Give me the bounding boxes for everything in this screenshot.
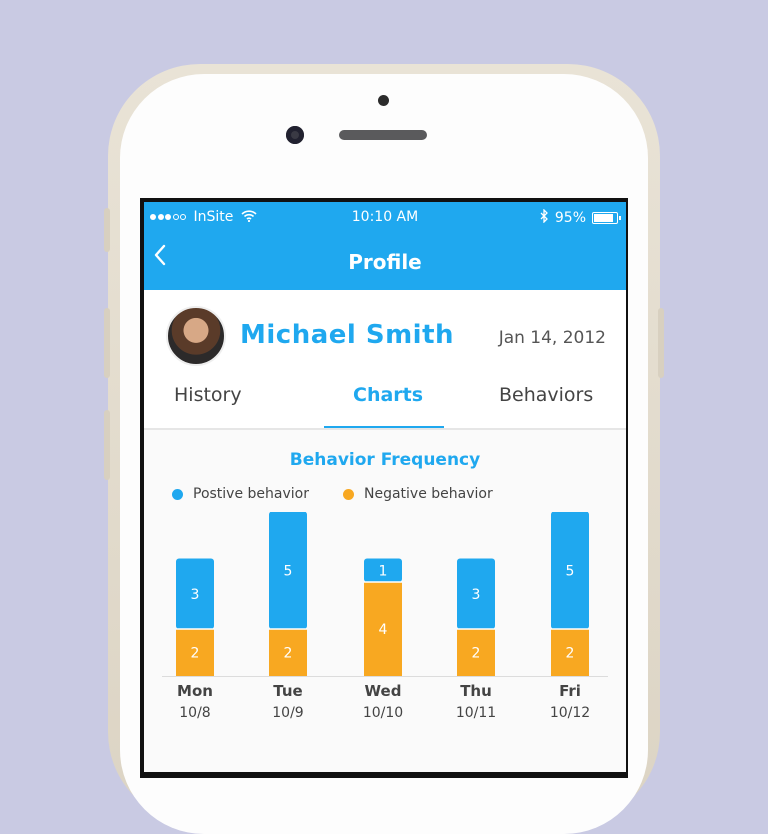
x-tick-label-date: 10/11 [456,705,496,721]
bar-value-label: 2 [566,646,575,662]
bar-value-label: 1 [379,563,388,579]
phone-side-button [104,410,110,480]
legend-label-negative: Negative behavior [364,486,493,502]
x-tick-label-day: Thu [460,682,492,700]
profile-name: Michael Smith [240,320,455,350]
x-tick-label-date: 10/12 [550,705,590,721]
battery-level [594,214,613,222]
x-tick-label-day: Fri [559,682,581,700]
battery-percent: 95% [554,210,586,226]
status-right: 95% [539,208,621,227]
x-tick-label-date: 10/9 [272,705,303,721]
x-tick-label-day: Wed [365,682,402,700]
earpiece-speaker [339,130,427,140]
tab-history[interactable]: History [174,384,242,406]
status-bar: InSite 10:10 AM 95% [144,202,626,232]
bar-value-label: 3 [472,587,481,603]
bar-value-label: 3 [191,587,200,603]
legend-negative: Negative behavior [343,486,493,502]
proximity-sensor [378,95,389,106]
page-title: Profile [348,250,422,274]
bluetooth-icon [539,208,549,227]
avatar[interactable] [166,306,226,366]
legend-positive: Postive behavior [172,486,309,502]
battery-icon [592,212,621,224]
phone-side-button [658,308,664,378]
x-tick-label-day: Mon [177,682,213,700]
tab-bar: History Charts Behaviors [144,376,626,426]
bar-value-label: 2 [472,646,481,662]
bar-value-label: 4 [379,622,388,638]
profile-header: Michael Smith Jan 14, 2012 History Chart… [144,290,626,430]
bar-value-label: 2 [191,646,200,662]
behavior-bar-chart: 2 3 Mon 10/8 2 5 Tue 10/9 4 1 Wed 10/10 2 3 Thu 10/11 2 5… [162,512,608,721]
x-tick-label-date: 10/10 [363,705,403,721]
tabs-divider [144,428,626,430]
bar-value-label: 5 [566,563,575,579]
x-tick-label-date: 10/8 [179,705,210,721]
chart-title: Behavior Frequency [289,450,481,470]
legend-swatch-negative [343,488,354,500]
x-tick-label-day: Tue [273,682,302,700]
tab-behaviors[interactable]: Behaviors [499,384,593,406]
app-screen: InSite 10:10 AM 95% Profile Michael Smit… [144,202,626,772]
tab-charts[interactable]: Charts [353,384,423,406]
phone-side-button [104,308,110,378]
front-camera-icon [286,126,304,144]
nav-bar: Profile [144,232,626,290]
bar-value-label: 5 [284,563,293,579]
phone-side-button [104,208,110,252]
legend-swatch-positive [172,488,183,500]
legend-label-positive: Postive behavior [193,486,309,502]
bar-value-label: 2 [284,646,293,662]
profile-date: Jan 14, 2012 [498,328,606,348]
